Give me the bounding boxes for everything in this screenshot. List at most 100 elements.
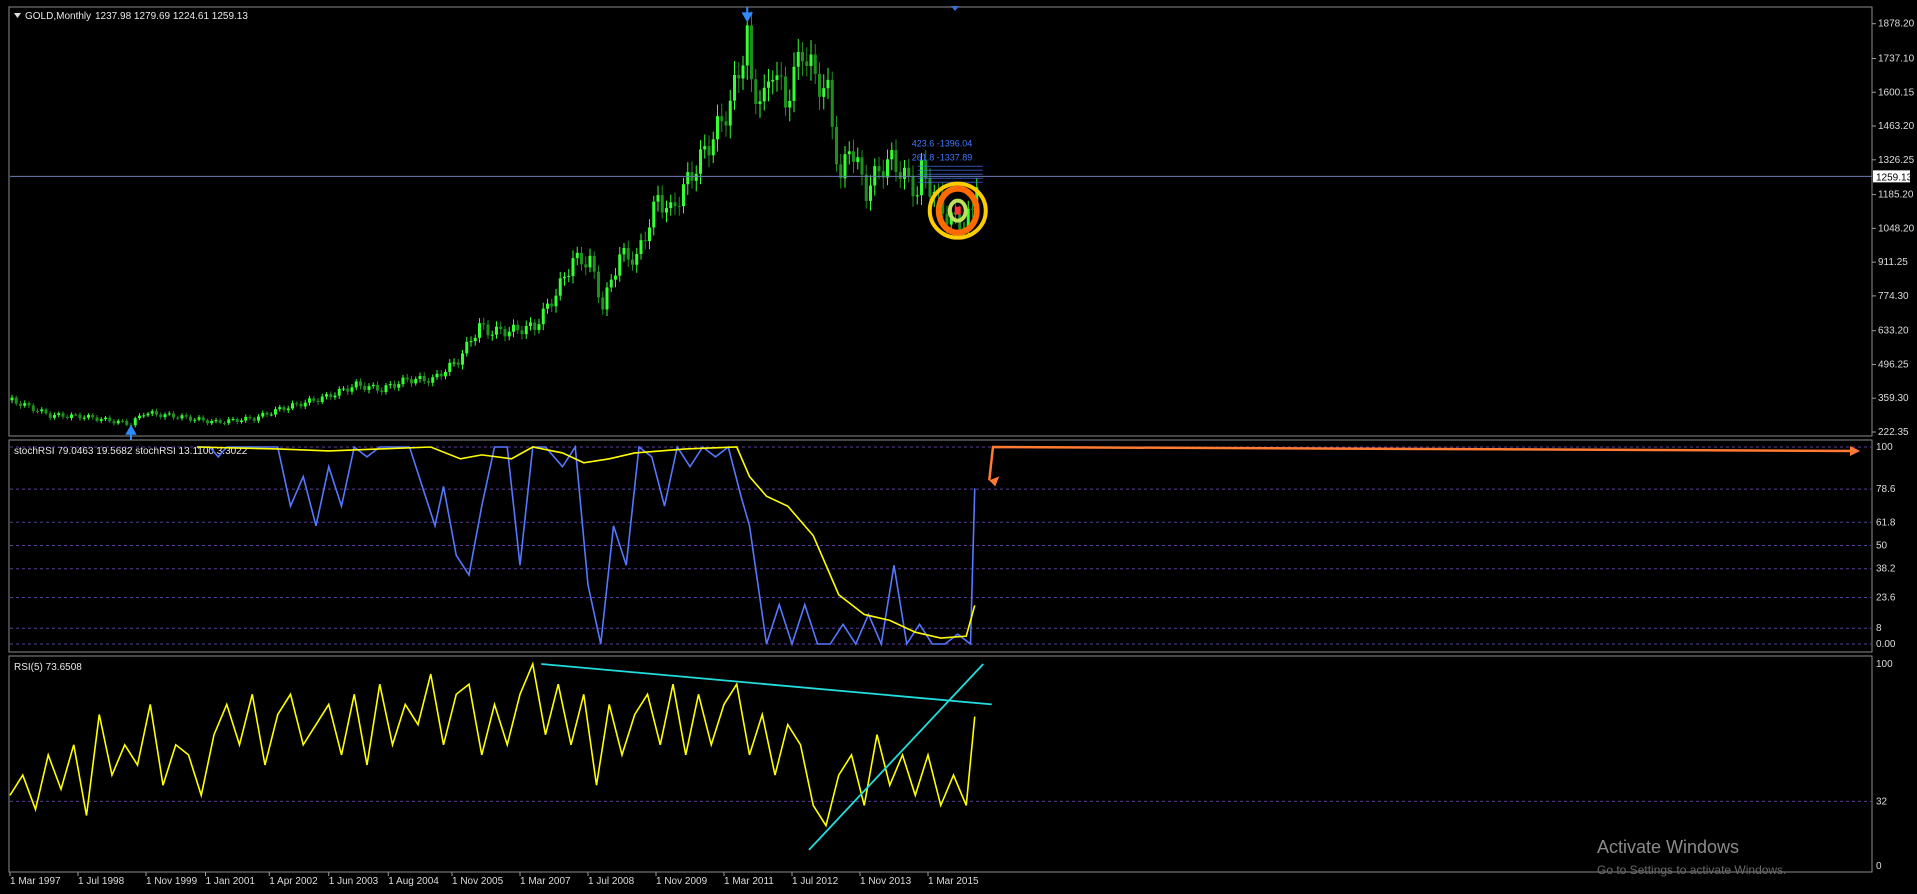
candle-body	[886, 159, 889, 178]
time-tick-label: 1 Mar 2015	[928, 876, 979, 887]
activate-windows-title: Activate Windows	[1597, 837, 1739, 857]
time-tick-label: 1 Apr 2002	[269, 876, 318, 887]
candle-body	[537, 324, 541, 330]
candle-body	[456, 362, 460, 365]
price-tick-label: 1463.20	[1878, 121, 1915, 132]
candle-body	[826, 79, 830, 89]
candle-body	[286, 408, 290, 411]
candle-body	[231, 419, 235, 421]
candle-body	[376, 384, 379, 391]
triangle-down-icon[interactable]	[14, 13, 21, 18]
candle-body	[669, 202, 673, 209]
candle-body	[512, 324, 515, 332]
candle-body	[903, 167, 906, 179]
candle-body	[350, 387, 354, 392]
candle-body	[78, 414, 82, 419]
candle-body	[337, 388, 341, 396]
candle-body	[70, 414, 73, 419]
rsi-trendline	[808, 663, 984, 851]
candle-body	[779, 75, 783, 77]
candle-body	[461, 353, 464, 365]
candle-body	[626, 248, 630, 260]
candle-body	[796, 52, 800, 67]
candle-body	[23, 403, 27, 406]
price-tick-label: 1878.20	[1878, 19, 1915, 30]
candle-body	[65, 416, 69, 419]
candle-body	[754, 79, 758, 105]
candle-body	[622, 248, 626, 255]
candle-body	[397, 384, 401, 388]
candle-body	[87, 414, 90, 418]
candle-body	[639, 240, 643, 254]
candle-body	[176, 417, 180, 419]
candle-body	[308, 398, 311, 403]
candle-body	[486, 324, 490, 336]
candle-body	[201, 417, 205, 421]
ohlc-values: 1237.98 1279.69 1224.61 1259.13	[95, 11, 248, 22]
rsi-trendline	[541, 663, 992, 706]
candle-body	[235, 419, 239, 423]
candle-body	[750, 25, 753, 80]
price-tick-label: 911.25	[1878, 257, 1908, 268]
candle-body	[295, 403, 299, 405]
candle-body	[541, 308, 545, 325]
candle-body	[116, 420, 120, 424]
scroll-marker-icon[interactable]	[951, 6, 959, 11]
candle-body	[805, 61, 809, 66]
candle-body	[503, 329, 507, 337]
candle-body	[767, 81, 770, 88]
stoch-levels: 100 78.6 61.8 50 38.2 23.6 8 0.00	[10, 442, 1896, 650]
candle-body	[614, 275, 617, 280]
candle-body	[48, 413, 52, 418]
candle-body	[788, 100, 792, 108]
candle-body	[167, 413, 171, 415]
candle-body	[329, 394, 333, 398]
candle-body	[193, 419, 197, 421]
time-tick-label: 1 Aug 2004	[388, 876, 439, 887]
candle-body	[677, 206, 681, 208]
candle-body	[890, 150, 894, 160]
candle-body	[507, 331, 511, 337]
candle-body	[444, 371, 447, 377]
candle-body	[869, 185, 872, 201]
candle-body	[529, 322, 532, 326]
pattern-core	[954, 206, 961, 215]
candle-body	[303, 402, 307, 407]
activate-windows-subtitle: Go to Settings to activate Windows.	[1597, 863, 1786, 877]
candle-body	[53, 415, 56, 418]
time-tick-label: 1 Mar 2011	[724, 876, 774, 887]
candle-body	[371, 384, 375, 387]
candle-body	[928, 178, 932, 197]
candle-body	[915, 195, 919, 197]
price-tick-label: 222.35	[1878, 427, 1909, 438]
candle-body	[363, 385, 367, 390]
candle-body	[546, 303, 549, 309]
chart-canvas[interactable]: GOLD,Monthly 1237.98 1279.69 1224.61 125…	[0, 0, 1917, 894]
rsi-level-label: 32	[1876, 796, 1888, 807]
candle-body	[27, 403, 31, 406]
time-tick-label: 1 Mar 2007	[520, 876, 571, 887]
candle-body	[694, 173, 698, 181]
candle-body	[843, 154, 847, 179]
time-axis: 1 Mar 1997 1 Jul 1998 1 Nov 1999 1 Jan 2001…	[9, 872, 979, 887]
candle-body	[682, 184, 685, 207]
candle-body	[320, 396, 324, 402]
candle-body	[431, 377, 435, 383]
candle-body	[847, 151, 851, 155]
candle-body	[19, 403, 22, 406]
price-axis: 1878.20 1737.10 1600.15 1463.20 1326.25 1185.…	[1872, 19, 1915, 438]
candle-body	[597, 271, 600, 298]
candle-body	[367, 386, 371, 390]
candle-body	[588, 255, 592, 268]
time-tick-label: 1 Jul 1998	[78, 876, 125, 887]
candle-body	[218, 420, 222, 423]
rsi-series	[9, 661, 992, 851]
time-tick-label: 1 Jul 2008	[588, 876, 635, 887]
candle-body	[478, 323, 481, 338]
candle-body	[971, 208, 974, 210]
candle-body	[333, 395, 337, 398]
stoch-level-label: 100	[1876, 442, 1893, 453]
candle-body	[180, 415, 184, 419]
price-tick-label: 1048.20	[1878, 223, 1915, 234]
candle-body	[427, 381, 430, 383]
